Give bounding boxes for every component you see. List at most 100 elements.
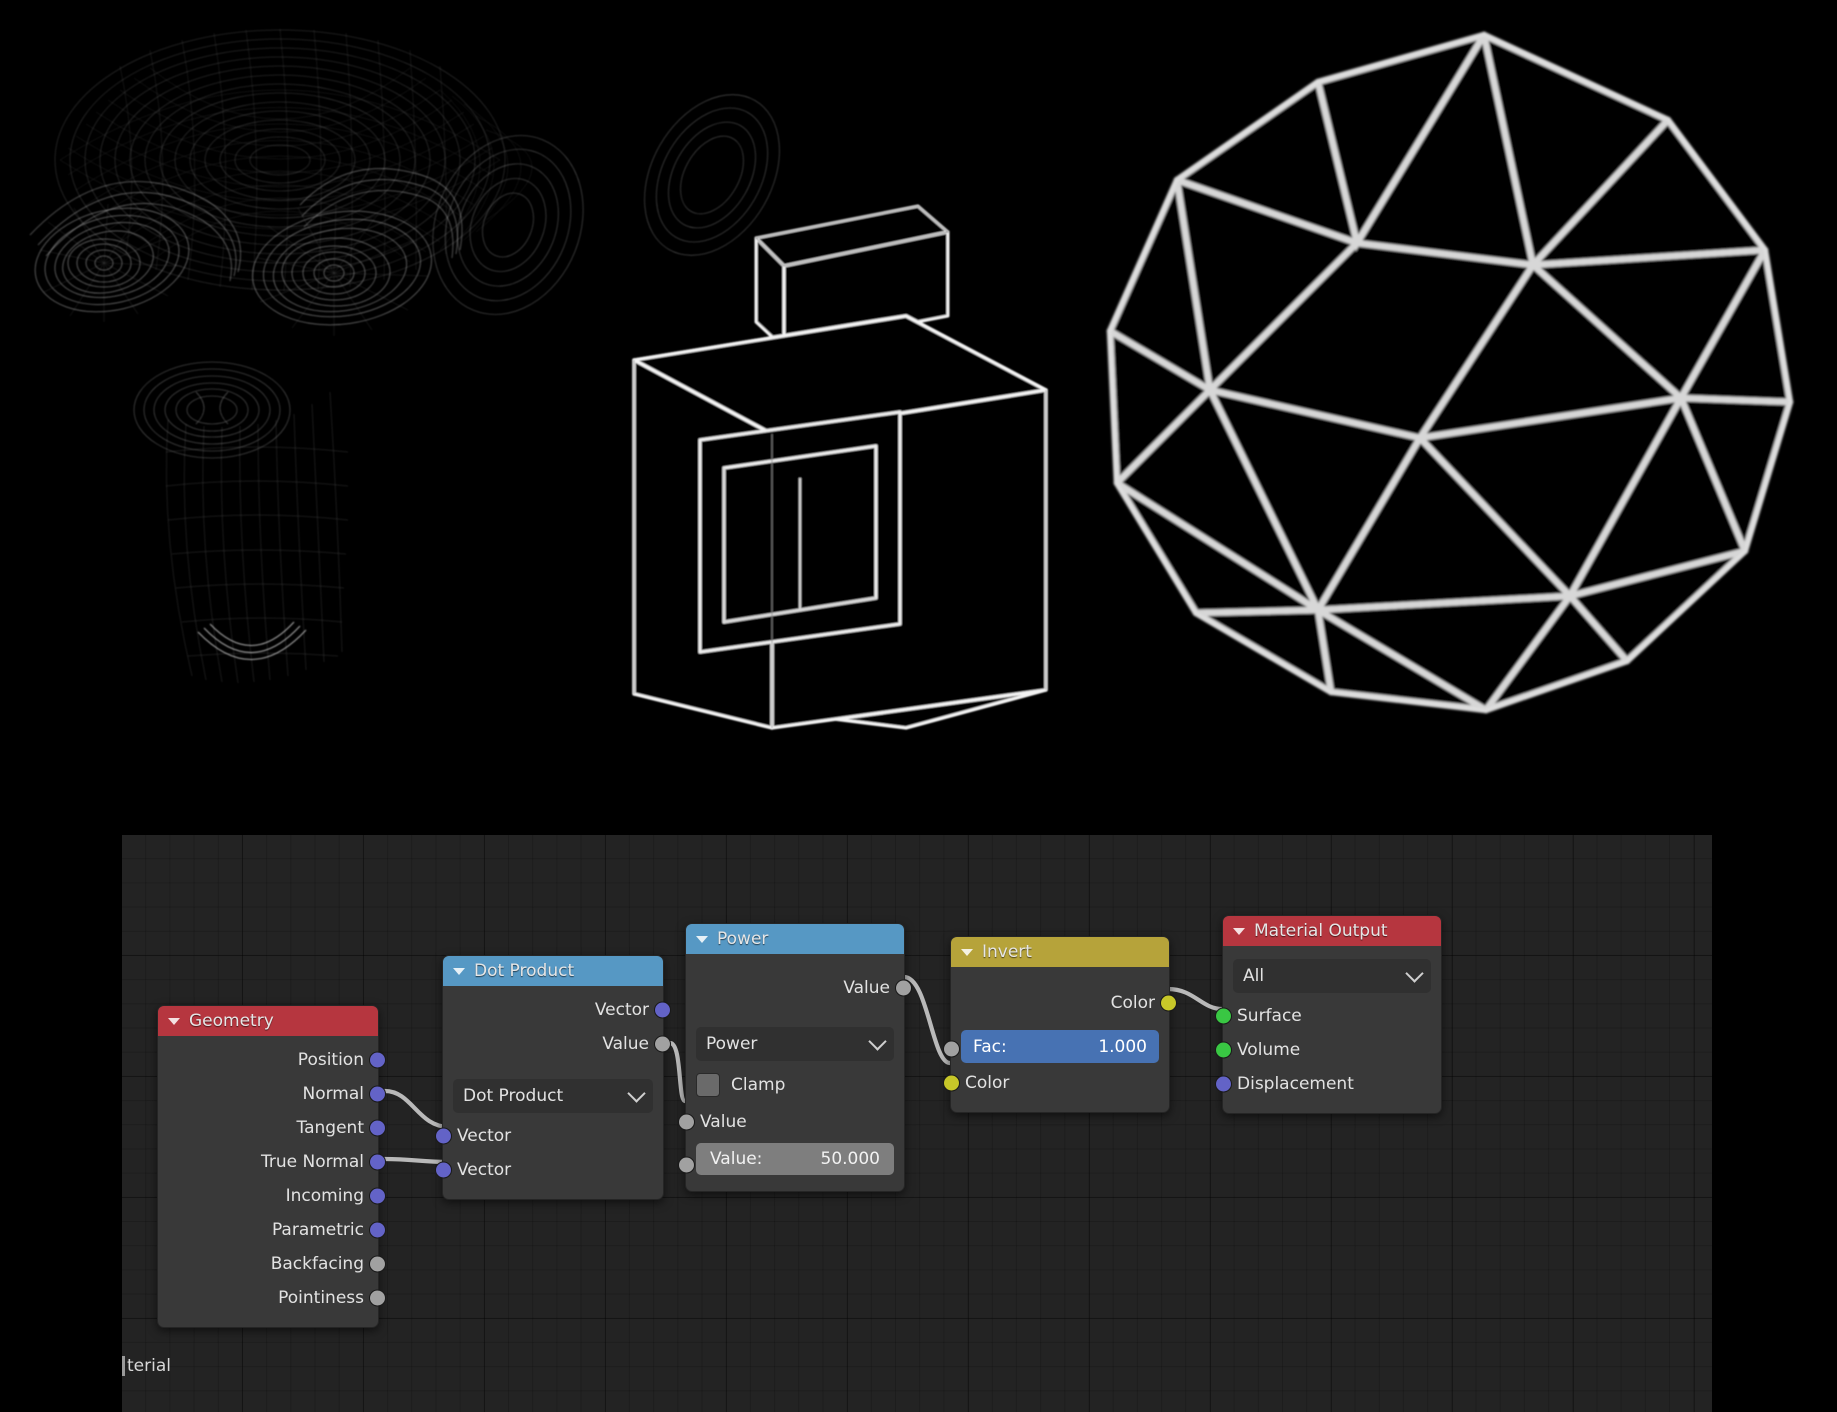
- link-normal-to-vector1: [382, 1088, 452, 1130]
- node-header-power[interactable]: Power: [686, 924, 904, 954]
- node-body-geometry: Position Normal Tangent True Normal Inco…: [158, 1036, 386, 1327]
- shader-node-editor[interactable]: Geometry Position Normal Tangent True No…: [122, 835, 1712, 1412]
- 3d-viewport[interactable]: [0, 0, 1837, 835]
- socket-label: Position: [297, 1050, 364, 1070]
- output-row-true-normal[interactable]: True Normal: [158, 1145, 386, 1179]
- socket-displacement[interactable]: [1215, 1075, 1232, 1093]
- input-row-surface[interactable]: Surface: [1215, 999, 1441, 1033]
- socket-vector-in-1[interactable]: [435, 1127, 452, 1145]
- socket-vector-in-2[interactable]: [435, 1161, 452, 1179]
- node-title: Invert: [982, 942, 1032, 962]
- socket-label: Color: [965, 1073, 1010, 1093]
- input-row-value[interactable]: Value: [678, 1105, 904, 1139]
- link-dotvalue-to-powervalue: [667, 1040, 688, 1104]
- socket-normal[interactable]: [369, 1085, 386, 1103]
- socket-surface[interactable]: [1215, 1007, 1232, 1025]
- socket-pointiness[interactable]: [369, 1289, 386, 1307]
- socket-true-normal[interactable]: [369, 1153, 386, 1171]
- socket-label: Displacement: [1237, 1074, 1354, 1094]
- target-dropdown[interactable]: All: [1233, 959, 1431, 993]
- output-row-backfacing[interactable]: Backfacing: [158, 1247, 386, 1281]
- socket-fac-in[interactable]: [943, 1040, 960, 1058]
- clamp-checkbox-row[interactable]: Clamp: [686, 1065, 904, 1105]
- socket-value-out[interactable]: [654, 1035, 671, 1053]
- collapse-triangle-icon[interactable]: [168, 1017, 180, 1025]
- socket-label: Value: [602, 1034, 649, 1054]
- socket-value-in-2[interactable]: [678, 1156, 695, 1174]
- node-dot-product[interactable]: Dot Product Vector Value Dot Product Vec…: [435, 955, 671, 1200]
- operation-dropdown[interactable]: Power: [696, 1027, 894, 1061]
- collapse-triangle-icon[interactable]: [961, 948, 973, 956]
- chevron-down-icon: [627, 1083, 646, 1103]
- socket-color-in[interactable]: [943, 1074, 960, 1092]
- icosphere-wireframe: [1106, 31, 1794, 714]
- clamp-label: Clamp: [731, 1075, 786, 1095]
- socket-label: Parametric: [271, 1220, 364, 1240]
- blender-window: Geometry Position Normal Tangent True No…: [0, 0, 1837, 1412]
- output-row-color[interactable]: Color: [951, 986, 1177, 1020]
- socket-volume[interactable]: [1215, 1041, 1232, 1059]
- node-power[interactable]: Power Value Power Clamp Value Value: 50.…: [678, 923, 912, 1192]
- input-row-volume[interactable]: Volume: [1215, 1033, 1441, 1067]
- input-row-vector-2[interactable]: Vector: [435, 1153, 663, 1187]
- status-cursor: [122, 1356, 125, 1376]
- socket-incoming[interactable]: [369, 1187, 386, 1205]
- fac-value: 1.000: [1098, 1036, 1147, 1057]
- node-material-output[interactable]: Material Output All Surface Volume Displ…: [1215, 915, 1442, 1114]
- node-title: Dot Product: [474, 961, 575, 981]
- output-row-position[interactable]: Position: [158, 1043, 386, 1077]
- chevron-down-icon: [1405, 963, 1424, 983]
- socket-label: Surface: [1237, 1006, 1302, 1026]
- input-row-color[interactable]: Color: [943, 1066, 1169, 1100]
- output-row-value[interactable]: Value: [443, 1027, 671, 1061]
- socket-value-in[interactable]: [678, 1113, 695, 1131]
- output-row-parametric[interactable]: Parametric: [158, 1213, 386, 1247]
- socket-parametric[interactable]: [369, 1221, 386, 1239]
- socket-label: Incoming: [285, 1186, 364, 1206]
- socket-backfacing[interactable]: [369, 1255, 386, 1273]
- input-row-vector-1[interactable]: Vector: [435, 1119, 663, 1153]
- socket-value-out[interactable]: [895, 979, 912, 997]
- output-row-normal[interactable]: Normal: [158, 1077, 386, 1111]
- output-row-value[interactable]: Value: [686, 971, 912, 1005]
- collapse-triangle-icon[interactable]: [1233, 927, 1245, 935]
- value-number-field[interactable]: Value: 50.000: [696, 1143, 894, 1175]
- value-field-value: 50.000: [820, 1149, 880, 1169]
- node-header-material-output[interactable]: Material Output: [1223, 916, 1441, 946]
- socket-position[interactable]: [369, 1051, 386, 1069]
- cube-wireframe: [632, 204, 1048, 730]
- socket-label: Value: [843, 978, 890, 998]
- output-row-pointiness[interactable]: Pointiness: [158, 1281, 386, 1315]
- socket-label: Vector: [457, 1126, 512, 1146]
- value-field-label: Value:: [710, 1149, 763, 1169]
- node-body-invert: Color Fac: 1.000 Color: [943, 967, 1177, 1112]
- breadcrumb-material-label: terial: [127, 1356, 171, 1376]
- socket-label: Value: [700, 1112, 747, 1132]
- socket-label: Vector: [594, 1000, 649, 1020]
- node-header-geometry[interactable]: Geometry: [158, 1006, 378, 1036]
- collapse-triangle-icon[interactable]: [453, 967, 465, 975]
- dropdown-value: Dot Product: [463, 1086, 564, 1106]
- node-header-dot-product[interactable]: Dot Product: [443, 956, 663, 986]
- node-header-invert[interactable]: Invert: [951, 937, 1169, 967]
- socket-color-out[interactable]: [1160, 994, 1177, 1012]
- socket-label: Backfacing: [270, 1254, 364, 1274]
- chevron-down-icon: [868, 1031, 887, 1051]
- output-row-tangent[interactable]: Tangent: [158, 1111, 386, 1145]
- node-title: Power: [717, 929, 769, 949]
- clamp-checkbox[interactable]: [696, 1073, 720, 1097]
- socket-label: Tangent: [296, 1118, 364, 1138]
- socket-vector-out[interactable]: [654, 1001, 671, 1019]
- node-title: Material Output: [1254, 921, 1388, 941]
- socket-tangent[interactable]: [369, 1119, 386, 1137]
- node-invert[interactable]: Invert Color Fac: 1.000 Color: [943, 936, 1177, 1113]
- socket-label: Pointiness: [278, 1288, 364, 1308]
- fac-slider-field[interactable]: Fac: 1.000: [961, 1030, 1159, 1063]
- node-geometry[interactable]: Geometry Position Normal Tangent True No…: [157, 1005, 386, 1328]
- output-row-incoming[interactable]: Incoming: [158, 1179, 386, 1213]
- socket-label: Normal: [302, 1084, 364, 1104]
- collapse-triangle-icon[interactable]: [696, 935, 708, 943]
- input-row-displacement[interactable]: Displacement: [1215, 1067, 1441, 1101]
- operation-dropdown[interactable]: Dot Product: [453, 1079, 653, 1113]
- output-row-vector[interactable]: Vector: [443, 993, 671, 1027]
